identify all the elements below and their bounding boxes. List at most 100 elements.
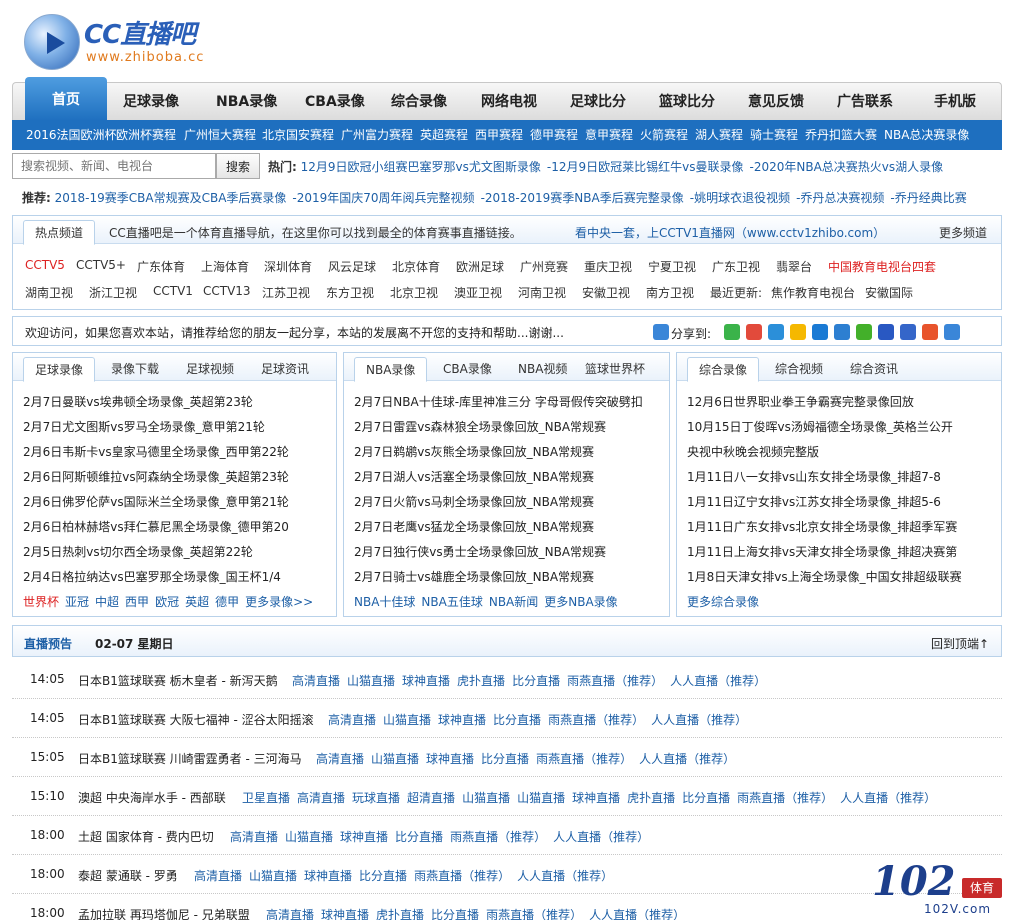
nav-item-online-tv[interactable]: 网络电视	[481, 83, 537, 121]
subnav-link[interactable]: 广州富力赛程	[341, 120, 413, 150]
nav-item-basketball-score[interactable]: 篮球比分	[659, 83, 715, 121]
channel-link[interactable]: 欧洲足球	[456, 258, 504, 275]
logo-ball-icon[interactable]	[24, 14, 80, 70]
weibo-share-icon[interactable]	[746, 324, 762, 340]
stream-link[interactable]: 人人直播（推荐）	[651, 713, 747, 727]
tab-football-video[interactable]: 足球视频	[175, 357, 245, 382]
channel-link[interactable]: 风云足球	[328, 258, 376, 275]
hot-link[interactable]: 12月9日欧冠小组赛巴塞罗那vs尤文图斯录像	[301, 160, 541, 174]
list-item[interactable]: 12月6日世界职业拳王争霸赛完整录像回放	[687, 393, 914, 410]
stream-link[interactable]: 高清直播	[316, 752, 364, 766]
stream-link[interactable]: 山猫直播	[285, 830, 333, 844]
channel-link[interactable]: 东方卫视	[326, 284, 374, 301]
stream-link[interactable]: 人人直播（推荐）	[670, 674, 766, 688]
list-item[interactable]: 1月8日天津女排vs上海全场录像_中国女排超级联赛	[687, 568, 962, 585]
stream-link[interactable]: 高清直播	[292, 674, 340, 688]
nba-link[interactable]: NBA新闻	[489, 595, 538, 609]
renren-share-icon[interactable]	[900, 324, 916, 340]
subnav-link[interactable]: 乔丹扣篮大赛	[805, 120, 877, 150]
stream-link[interactable]: 超清直播	[407, 791, 455, 805]
channel-link[interactable]: 南方卫视	[646, 284, 694, 301]
tab-football-news[interactable]: 足球资讯	[250, 357, 320, 382]
list-item[interactable]: 2月7日曼联vs埃弗顿全场录像_英超第23轮	[23, 393, 253, 410]
channel-link[interactable]: 焦作教育电视台	[771, 284, 855, 301]
channel-link[interactable]: 广东体育	[137, 258, 185, 275]
stream-link[interactable]: 雨燕直播（推荐）	[567, 674, 663, 688]
nav-item-football-replay[interactable]: 足球录像	[123, 83, 179, 121]
qq-share-icon[interactable]	[812, 324, 828, 340]
channel-link[interactable]: 湖南卫视	[25, 284, 73, 301]
nav-item-home[interactable]: 首页	[25, 77, 107, 121]
list-item[interactable]: 2月7日尤文图斯vs罗马全场录像_意甲第21轮	[23, 418, 265, 435]
channel-link[interactable]: CCTV5	[25, 258, 65, 272]
cctv1-note-link[interactable]: 看中央一套，上CCTV1直播网（www.cctv1zhibo.com）	[575, 224, 885, 241]
nba-link[interactable]: NBA五佳球	[421, 595, 482, 609]
qzone-star-share-icon[interactable]	[790, 324, 806, 340]
league-link[interactable]: 世界杯	[23, 595, 59, 609]
subnav-link[interactable]: 北京国安赛程	[262, 120, 334, 150]
stream-link[interactable]: 球神直播	[304, 869, 352, 883]
tab-football-replay[interactable]: 足球录像	[23, 357, 96, 382]
nav-item-general-replay[interactable]: 综合录像	[391, 83, 447, 121]
list-item[interactable]: 2月7日雷霆vs森林狼全场录像回放_NBA常规赛	[354, 418, 606, 435]
stream-link[interactable]: 比分直播	[431, 908, 479, 920]
nav-item-cba-replay[interactable]: CBA录像	[305, 83, 365, 121]
channel-link[interactable]: 安徽国际	[865, 284, 913, 301]
nav-item-feedback[interactable]: 意见反馈	[748, 83, 804, 121]
channel-link[interactable]: 浙江卫视	[89, 284, 137, 301]
list-item[interactable]: 2月5日热刺vs切尔西全场录像_英超第22轮	[23, 543, 253, 560]
hot-link[interactable]: -12月9日欧冠莱比锡红牛vs曼联录像	[547, 160, 744, 174]
nav-item-nba-replay[interactable]: NBA录像	[216, 83, 277, 121]
channel-link[interactable]: 深圳体育	[264, 258, 312, 275]
nba-link[interactable]: NBA十佳球	[354, 595, 415, 609]
logo-title[interactable]: CC直播吧	[84, 14, 196, 51]
stream-link[interactable]: 山猫直播	[371, 752, 419, 766]
list-item[interactable]: 2月7日独行侠vs勇士全场录像回放_NBA常规赛	[354, 543, 606, 560]
stream-link[interactable]: 山猫直播	[517, 791, 565, 805]
channel-link[interactable]: 北京卫视	[390, 284, 438, 301]
channel-link[interactable]: 澳亚卫视	[454, 284, 502, 301]
channel-link[interactable]: CCTV5+	[76, 258, 126, 272]
subnav-link[interactable]: 德甲赛程	[530, 120, 578, 150]
stream-link[interactable]: 球神直播	[321, 908, 369, 920]
stream-link[interactable]: 球神直播	[426, 752, 474, 766]
nav-item-football-score[interactable]: 足球比分	[570, 83, 626, 121]
list-item[interactable]: 2月7日火箭vs马刺全场录像回放_NBA常规赛	[354, 493, 594, 510]
stream-link[interactable]: 球神直播	[340, 830, 388, 844]
tab-hot-channels[interactable]: 热点频道	[23, 220, 96, 245]
channel-link[interactable]: 上海体育	[201, 258, 249, 275]
list-item[interactable]: 央视中秋晚会视频完整版	[687, 443, 819, 460]
league-link[interactable]: 欧冠	[155, 595, 179, 609]
stream-link[interactable]: 山猫直播	[347, 674, 395, 688]
subnav-link[interactable]: 广州恒大赛程	[184, 120, 256, 150]
tab-general-replay[interactable]: 综合录像	[687, 357, 760, 382]
list-item[interactable]: 2月7日湖人vs活塞全场录像回放_NBA常规赛	[354, 468, 594, 485]
subnav-link[interactable]: 骑士赛程	[750, 120, 798, 150]
stream-link[interactable]: 比分直播	[481, 752, 529, 766]
clover-share-icon[interactable]	[856, 324, 872, 340]
subnav-link[interactable]: 欧洲杯赛程	[116, 120, 176, 150]
league-link[interactable]: 西甲	[125, 595, 149, 609]
subnav-link[interactable]: NBA总决赛录像	[884, 120, 969, 150]
list-item[interactable]: 2月6日阿斯顿维拉vs阿森纳全场录像_英超第23轮	[23, 468, 289, 485]
channel-link[interactable]: 河南卫视	[518, 284, 566, 301]
recommend-link[interactable]: -乔丹总决赛视频	[796, 191, 884, 205]
subnav-link[interactable]: 意甲赛程	[585, 120, 633, 150]
stream-link[interactable]: 人人直播（推荐）	[517, 869, 613, 883]
stream-link[interactable]: 人人直播（推荐）	[553, 830, 649, 844]
stream-link[interactable]: 虎扑直播	[627, 791, 675, 805]
stream-link[interactable]: 比分直播	[359, 869, 407, 883]
subnav-link[interactable]: 湖人赛程	[695, 120, 743, 150]
stream-link[interactable]: 比分直播	[682, 791, 730, 805]
list-item[interactable]: 1月11日上海女排vs天津女排全场录像_排超决赛第	[687, 543, 957, 560]
list-item[interactable]: 2月7日鹈鹕vs灰熊全场录像回放_NBA常规赛	[354, 443, 594, 460]
stream-link[interactable]: 雨燕直播（推荐）	[414, 869, 510, 883]
stream-link[interactable]: 雨燕直播（推荐）	[450, 830, 546, 844]
list-item[interactable]: 2月4日格拉纳达vs巴塞罗那全场录像_国王杯1/4	[23, 568, 281, 585]
channel-link[interactable]: 江苏卫视	[262, 284, 310, 301]
tab-cba-replay[interactable]: CBA录像	[432, 357, 503, 382]
list-item[interactable]: 1月11日八一女排vs山东女排全场录像_排超7-8	[687, 468, 941, 485]
recommend-link[interactable]: -乔丹经典比赛	[890, 191, 966, 205]
stream-link[interactable]: 高清直播	[194, 869, 242, 883]
stream-link[interactable]: 玩球直播	[352, 791, 400, 805]
